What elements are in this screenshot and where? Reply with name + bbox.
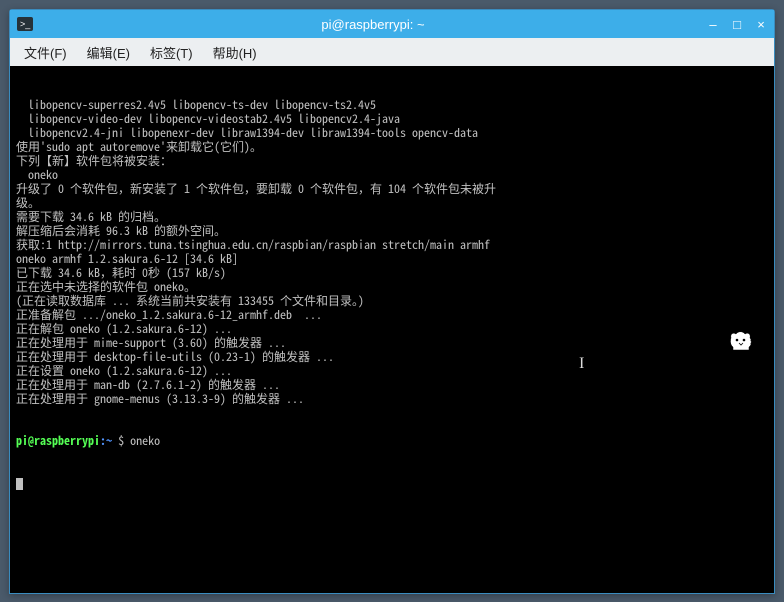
window-titlebar[interactable]: >_ pi@raspberrypi: ~ – □ × bbox=[10, 10, 774, 38]
menu-file[interactable]: 文件(F) bbox=[16, 40, 75, 65]
window-controls: – □ × bbox=[706, 17, 768, 31]
close-button[interactable]: × bbox=[754, 17, 768, 31]
menu-tabs[interactable]: 标签(T) bbox=[142, 40, 201, 65]
terminal-app-icon: >_ bbox=[16, 16, 34, 32]
prompt-dollar: $ bbox=[112, 432, 130, 449]
command-input: oneko bbox=[130, 432, 160, 449]
menu-edit[interactable]: 编辑(E) bbox=[79, 40, 138, 65]
minimize-button[interactable]: – bbox=[706, 17, 720, 31]
terminal-output-line: 升级了 0 个软件包，新安装了 1 个软件包，要卸载 0 个软件包，有 104 … bbox=[16, 182, 768, 196]
window-title: pi@raspberrypi: ~ bbox=[40, 17, 706, 32]
prompt-host: raspberrypi bbox=[34, 432, 100, 449]
cursor-line bbox=[16, 476, 768, 490]
menubar: 文件(F) 编辑(E) 标签(T) 帮助(H) bbox=[10, 38, 774, 66]
maximize-button[interactable]: □ bbox=[730, 17, 744, 31]
menu-help[interactable]: 帮助(H) bbox=[205, 40, 265, 65]
terminal-content[interactable]: libopencv-superres2.4v5 libopencv-ts-dev… bbox=[10, 66, 774, 593]
terminal-output-line: 正在处理用于 gnome-menus (3.13.3-9) 的触发器 ... bbox=[16, 392, 768, 406]
prompt-line: pi@raspberrypi:~ $ oneko bbox=[16, 434, 768, 448]
terminal-output-line: 下列【新】软件包将被安装： bbox=[16, 154, 768, 168]
svg-text:>_: >_ bbox=[20, 19, 31, 29]
terminal-window: >_ pi@raspberrypi: ~ – □ × 文件(F) 编辑(E) 标… bbox=[9, 9, 775, 594]
prompt-user: pi bbox=[16, 432, 28, 449]
terminal-cursor bbox=[16, 478, 23, 490]
